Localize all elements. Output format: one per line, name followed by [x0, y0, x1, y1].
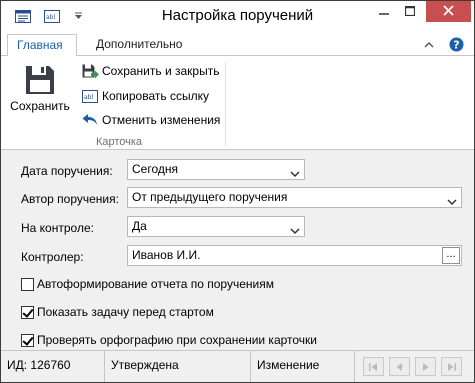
link-field-icon: abl [81, 88, 99, 104]
ribbon-panel: Сохранить Сохранить и закрыть abl Копиро… [1, 56, 474, 150]
auto-report-checkbox-row[interactable]: Автоформирование отчета по поручениям [21, 276, 274, 292]
auto-report-checkbox[interactable] [21, 277, 34, 291]
next-record-icon [422, 360, 429, 374]
chevron-down-icon [447, 193, 457, 206]
date-label: Дата поручения: [21, 164, 113, 178]
copy-link-button[interactable]: abl Копировать ссылку [81, 86, 209, 106]
nav-prev-button[interactable] [389, 357, 410, 376]
chevron-down-icon [290, 222, 300, 235]
show-task-label: Показать задачу перед стартом [37, 305, 214, 319]
floppy-disk-icon [25, 65, 55, 95]
maximize-icon [404, 5, 416, 19]
first-record-icon [369, 360, 378, 374]
auto-report-label: Автоформирование отчета по поручениям [37, 277, 274, 291]
save-and-close-label: Сохранить и закрыть [102, 64, 220, 78]
controller-label: Контролер: [21, 250, 84, 264]
nav-next-button[interactable] [415, 357, 436, 376]
chevron-down-icon [290, 165, 300, 178]
save-and-close-button[interactable]: Сохранить и закрыть [81, 61, 219, 81]
svg-text:abl: abl [84, 94, 93, 101]
controller-field[interactable]: Иванов И.И. ... [127, 245, 462, 266]
controller-select-button[interactable]: ... [442, 247, 460, 264]
help-icon[interactable]: ? [447, 36, 465, 52]
save-close-icon [81, 63, 99, 79]
nav-first-button[interactable] [363, 357, 384, 376]
undo-changes-label: Отменить изменения [102, 113, 221, 127]
nav-last-button[interactable] [441, 357, 462, 376]
last-record-icon [447, 360, 456, 374]
ribbon-group-divider [225, 62, 226, 146]
maximize-button[interactable] [397, 1, 423, 22]
tab-home[interactable]: Главная [7, 34, 77, 57]
author-value: От предыдущего поручения [132, 190, 288, 204]
date-value: Сегодня [132, 162, 178, 176]
date-combo[interactable]: Сегодня [127, 159, 305, 180]
settings-window: abl Настройка поручений Главная Дополнит… [0, 0, 475, 383]
close-icon [443, 4, 454, 19]
previous-record-icon [396, 360, 403, 374]
tab-additional[interactable]: Дополнительно [87, 34, 191, 57]
author-label: Автор поручения: [21, 192, 119, 206]
status-bar: ИД: 126760 Утверждена Изменение [1, 350, 474, 382]
status-state: Утверждена [105, 351, 251, 382]
save-button[interactable]: Сохранить [9, 62, 71, 124]
minimize-button[interactable] [371, 1, 397, 22]
ribbon-group-label: Карточка [95, 136, 143, 148]
spellcheck-label: Проверять орфографию при сохранении карт… [37, 333, 318, 347]
status-mode: Изменение [251, 351, 355, 382]
undo-changes-button[interactable]: Отменить изменения [81, 110, 220, 130]
show-task-checkbox[interactable] [21, 305, 34, 319]
copy-link-label: Копировать ссылку [102, 89, 209, 103]
undo-arrow-icon [81, 112, 99, 128]
close-button[interactable] [426, 1, 471, 22]
show-task-checkbox-row[interactable]: Показать задачу перед стартом [21, 304, 214, 320]
author-combo[interactable]: От предыдущего поручения [127, 187, 462, 208]
control-value: Да [132, 219, 147, 233]
control-label: На контроле: [21, 221, 94, 235]
title-bar: abl Настройка поручений [1, 1, 474, 31]
svg-text:?: ? [453, 38, 459, 51]
controller-value: Иванов И.И. [132, 248, 201, 262]
control-combo[interactable]: Да [127, 216, 305, 237]
ribbon-tab-row: Главная Дополнительно ? [1, 31, 474, 57]
save-label: Сохранить [10, 99, 70, 113]
collapse-ribbon-icon[interactable] [422, 36, 436, 52]
minimize-icon [379, 5, 389, 19]
spellcheck-checkbox[interactable] [21, 333, 34, 347]
status-id: ИД: 126760 [1, 351, 105, 382]
spellcheck-checkbox-row[interactable]: Проверять орфографию при сохранении карт… [21, 332, 317, 348]
